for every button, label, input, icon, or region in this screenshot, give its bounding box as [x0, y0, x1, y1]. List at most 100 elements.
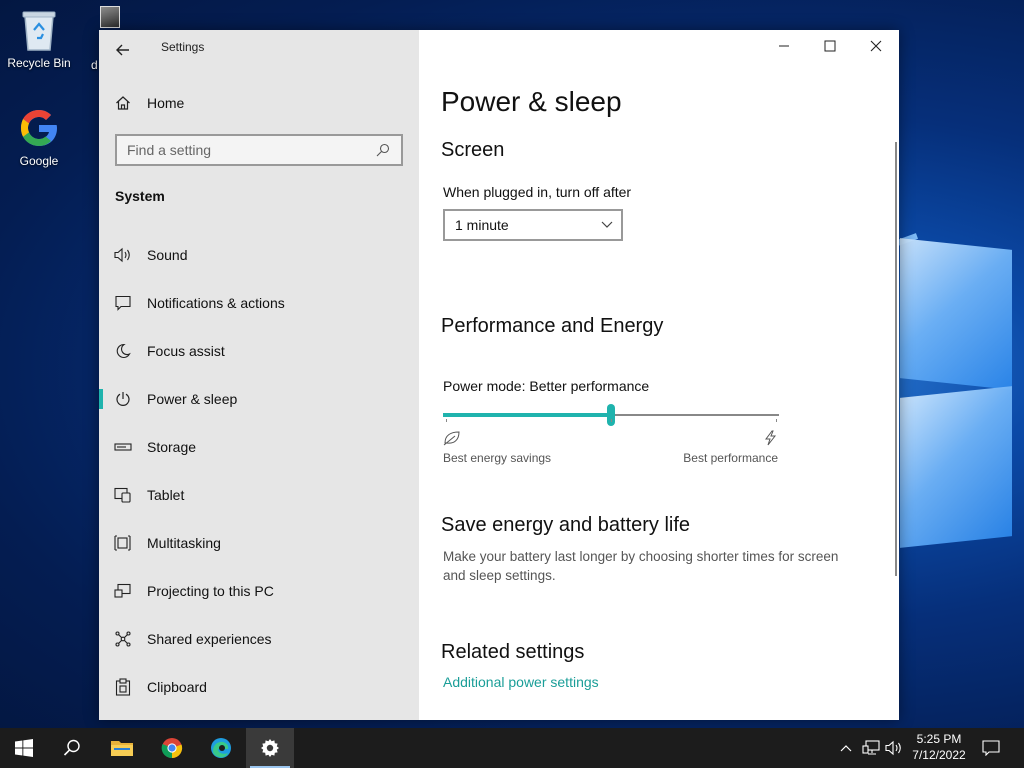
sidebar-item-label: Power & sleep — [147, 391, 238, 407]
power-mode-label: Power mode: Better performance — [443, 378, 650, 394]
network-icon — [862, 740, 880, 755]
clock-time: 5:25 PM — [916, 732, 962, 746]
google-chrome-icon — [17, 106, 61, 150]
taskbar-chrome[interactable] — [148, 728, 196, 768]
close-icon — [870, 40, 882, 52]
chevron-up-icon — [840, 745, 852, 752]
minimize-icon — [779, 45, 789, 47]
sidebar-item-label: Focus assist — [147, 343, 225, 359]
settings-window: Settings Home System Sound — [99, 30, 899, 720]
taskbar-edge[interactable] — [197, 728, 245, 768]
search-icon — [63, 739, 80, 756]
sidebar-section-label: System — [115, 188, 165, 204]
tray-network-button[interactable] — [860, 728, 882, 768]
maximize-icon — [824, 40, 836, 52]
dropdown-value: 1 minute — [455, 217, 509, 233]
sidebar-item-home[interactable]: Home — [99, 88, 419, 118]
windows-start-icon — [15, 739, 33, 757]
related-settings-heading: Related settings — [441, 641, 585, 663]
slider-left-label: Best energy savings — [443, 451, 552, 465]
sound-icon — [99, 247, 147, 263]
maximize-button[interactable] — [807, 30, 853, 62]
power-icon — [99, 391, 147, 407]
additional-power-settings-link[interactable]: Additional power settings — [443, 674, 599, 690]
taskbar: 5:25 PM 7/12/2022 — [0, 728, 1024, 768]
desktop-icon-partial-label: d — [91, 58, 98, 72]
window-controls — [761, 30, 899, 62]
sidebar-item-storage[interactable]: Storage — [99, 423, 419, 471]
projecting-icon — [99, 583, 147, 599]
desktop-icon-label: Google — [19, 154, 59, 168]
sidebar-item-focus-assist[interactable]: Focus assist — [99, 327, 419, 375]
taskbar-file-explorer[interactable] — [98, 728, 146, 768]
action-center-button[interactable] — [978, 728, 1004, 768]
settings-sidebar: Settings Home System Sound — [99, 30, 419, 720]
sidebar-item-multitasking[interactable]: Multitasking — [99, 519, 419, 567]
page-title: Power & sleep — [441, 86, 622, 117]
folder-icon — [111, 741, 133, 756]
notification-center-icon — [982, 740, 1000, 756]
window-title: Settings — [161, 40, 205, 54]
sidebar-item-label: Notifications & actions — [147, 295, 285, 311]
desktop-windows-logo — [880, 232, 1024, 562]
plugged-in-label: When plugged in, turn off after — [443, 184, 632, 200]
sidebar-item-sound[interactable]: Sound — [99, 231, 419, 279]
settings-content: Power & sleep Screen When plugged in, tu… — [419, 30, 899, 720]
desktop-icon-recycle-bin[interactable]: Recycle Bin — [1, 8, 77, 70]
taskbar-settings[interactable] — [246, 728, 294, 768]
clipboard-icon — [99, 678, 147, 696]
notifications-icon — [99, 295, 147, 311]
search-box[interactable] — [115, 134, 403, 166]
performance-heading: Performance and Energy — [441, 315, 664, 337]
tablet-icon — [99, 487, 147, 503]
back-arrow-icon — [116, 44, 129, 56]
sidebar-item-label: Projecting to this PC — [147, 583, 274, 599]
moon-icon — [99, 343, 147, 359]
desktop-icon-label: Recycle Bin — [7, 56, 71, 70]
multitasking-icon — [99, 535, 147, 551]
sidebar-item-notifications[interactable]: Notifications & actions — [99, 279, 419, 327]
search-input[interactable] — [127, 142, 375, 158]
shared-experiences-icon — [99, 631, 147, 647]
storage-icon — [99, 442, 147, 452]
sidebar-item-power-sleep[interactable]: Power & sleep — [99, 375, 419, 423]
slider-ticks — [443, 419, 779, 425]
sidebar-item-label: Multitasking — [147, 535, 221, 551]
content-scrollbar[interactable] — [895, 142, 897, 576]
screen-timeout-dropdown[interactable]: 1 minute — [443, 209, 623, 241]
leaf-icon — [443, 430, 461, 451]
save-energy-heading: Save energy and battery life — [441, 514, 691, 536]
sidebar-item-tablet[interactable]: Tablet — [99, 471, 419, 519]
chevron-down-icon — [601, 221, 613, 228]
volume-icon — [885, 740, 901, 756]
minimize-button[interactable] — [761, 30, 807, 62]
lightning-icon — [763, 430, 777, 451]
taskbar-clock[interactable]: 5:25 PM 7/12/2022 — [906, 731, 972, 763]
slider-fill — [443, 413, 611, 417]
close-button[interactable] — [853, 30, 899, 62]
file-thumbnail-icon — [100, 6, 120, 28]
sidebar-item-label: Shared experiences — [147, 631, 272, 647]
gear-icon — [261, 739, 279, 757]
desktop-icon-google[interactable]: Google — [1, 106, 77, 168]
screen-heading: Screen — [441, 139, 505, 161]
back-button[interactable] — [109, 36, 137, 64]
start-button[interactable] — [0, 728, 48, 768]
power-mode-slider[interactable] — [443, 400, 779, 430]
tray-volume-button[interactable] — [884, 728, 904, 768]
sidebar-item-label: Clipboard — [147, 679, 207, 695]
tray-show-hidden-button[interactable] — [836, 728, 856, 768]
slider-right-label: Best performance — [683, 451, 778, 465]
sidebar-item-projecting[interactable]: Projecting to this PC — [99, 567, 419, 615]
search-icon[interactable] — [375, 142, 391, 158]
save-energy-description: Make your battery last longer by choosin… — [443, 549, 839, 583]
edge-icon — [211, 738, 231, 758]
chrome-icon — [161, 738, 183, 759]
desktop-icon-partial[interactable] — [90, 6, 130, 28]
sidebar-item-label: Tablet — [147, 487, 185, 503]
taskbar-search-button[interactable] — [48, 728, 96, 768]
sidebar-item-clipboard[interactable]: Clipboard — [99, 663, 419, 711]
sidebar-item-label: Sound — [147, 247, 188, 263]
recycle-bin-icon — [17, 8, 61, 52]
sidebar-item-shared-experiences[interactable]: Shared experiences — [99, 615, 419, 663]
